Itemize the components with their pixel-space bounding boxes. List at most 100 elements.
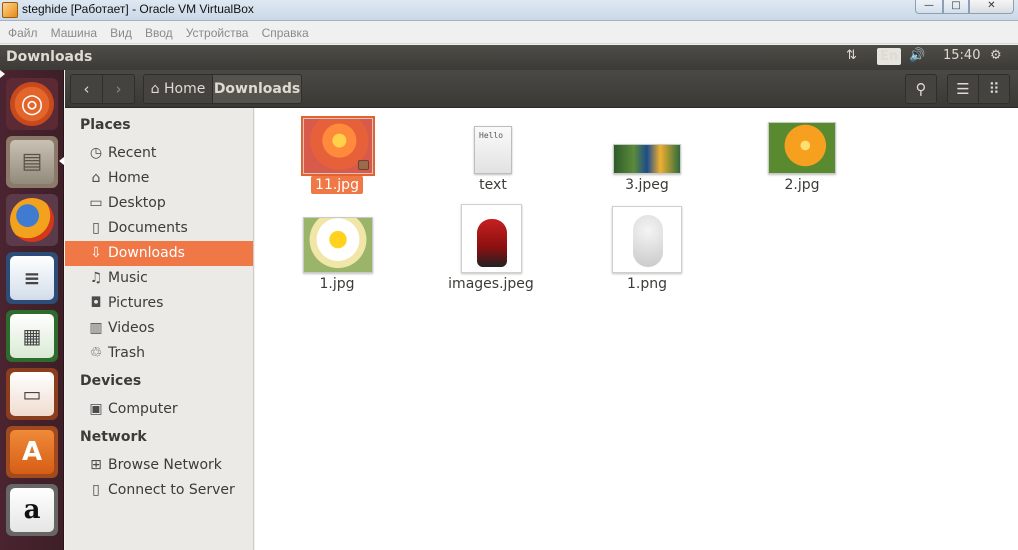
writer-glyph: ≡ [23,266,41,290]
sidebar-item-computer[interactable]: ▣ Computer [65,397,253,422]
sidebar-item-label: Recent [108,145,157,161]
ubuntu-top-panel: Downloads ⇅ En 🔊 15:40 ⚙ [0,45,1018,70]
film-icon: ▥ [89,320,103,336]
amazon-glyph: a [23,495,41,525]
menu-input[interactable]: Ввод [145,22,173,40]
menu-file[interactable]: Файл [8,22,38,40]
file-view: 11.jpg Hello text 3.jpeg 2.jpg 1.jpg ima… [255,108,1018,550]
launcher-impress-icon[interactable]: ▭ [6,368,58,420]
sidebar-item-label: Pictures [108,295,164,311]
grid-view-icon[interactable]: ⠿ [978,74,1010,104]
sidebar-item-label: Computer [108,401,178,417]
file-name: images.jpeg [448,276,534,292]
download-icon: ⇩ [90,245,102,261]
software-glyph: A [21,437,43,467]
unity-launcher: ◎ ▤ ≡ ▦ ▭ A a [0,70,64,550]
menu-devices[interactable]: Устройства [186,22,249,40]
launcher-writer-icon[interactable]: ≡ [6,252,58,304]
network-icon: ⊞ [90,457,102,473]
image-thumbnail [768,122,836,174]
sidebar-item-music[interactable]: ♫ Music [65,266,253,291]
sidebar-item-label: Music [108,270,148,286]
menu-view[interactable]: Вид [110,22,132,40]
image-thumbnail [613,144,681,174]
image-thumbnail [461,204,522,273]
sidebar-item-downloads[interactable]: ⇩ Downloads [65,241,253,266]
deadpool-figure [477,219,507,267]
back-button[interactable]: ‹ [70,74,103,104]
virtualbox-menu-bar: Файл Машина Вид Ввод Устройства Справка [0,22,1018,44]
image-thumbnail [303,217,373,273]
sidebar-item-browse-network[interactable]: ⊞ Browse Network [65,453,253,478]
home-icon: ⌂ [150,81,160,97]
host-title-bar: steghide [Работает] - Oracle VM VirtualB… [0,0,1018,21]
launcher-ubuntu-dash-icon[interactable]: ◎ [6,78,58,130]
sidebar-item-connect-to-server[interactable]: ▯ Connect to Server [65,478,253,503]
menu-help[interactable]: Справка [262,22,309,40]
sidebar-item-recent[interactable]: ◷ Recent [65,141,253,166]
trash-icon: ♲ [89,345,103,361]
keyboard-layout-indicator[interactable]: En [877,48,902,65]
launcher-files-icon[interactable]: ▤ [6,136,58,188]
active-app-title: Downloads [6,49,93,65]
active-indicator-right [59,157,64,165]
breadcrumb-home-label: Home [164,81,206,97]
sidebar-item-documents[interactable]: ▯ Documents [65,216,253,241]
files-glyph: ▤ [21,149,43,174]
sidebar-item-videos[interactable]: ▥ Videos [65,316,253,341]
file-name: 11.jpg [272,176,402,194]
file-name: 3.jpeg [625,177,669,193]
launcher-amazon-icon[interactable]: a [6,484,58,536]
breadcrumb-home[interactable]: ⌂ Home [143,74,213,104]
document-icon: ▯ [92,220,100,236]
server-icon: ▯ [92,482,100,498]
ubuntu-glyph: ◎ [20,89,44,119]
clock-icon: ◷ [89,145,103,161]
list-view-icon[interactable]: ☰ [947,74,979,104]
home-icon: ⌂ [91,170,101,186]
screen: steghide [Работает] - Oracle VM VirtualB… [0,0,1018,550]
launcher-firefox-icon[interactable] [6,194,58,246]
sidebar-item-pictures[interactable]: ◘ Pictures [65,291,253,316]
maximize-button[interactable]: □ [943,0,969,14]
sidebar-item-label: Trash [108,345,145,361]
text-file-icon: Hello [474,126,512,174]
text-preview: Hello [479,131,504,140]
section-devices: Devices [80,373,142,389]
sidebar-item-label: Home [108,170,150,186]
search-icon[interactable]: ⚲ [905,74,937,104]
virtualbox-icon [2,2,18,18]
image-thumbnail [301,116,375,176]
file-name: text [479,177,507,193]
music-icon: ♫ [89,270,103,286]
sidebar-item-trash[interactable]: ♲ Trash [65,341,253,366]
sidebar-item-label: Videos [108,320,155,336]
settings-gear-icon[interactable]: ⚙ [990,48,1002,63]
calc-glyph: ▦ [22,324,42,348]
firefox-logo-icon [10,198,54,242]
image-thumbnail [612,206,682,273]
sidebar-item-label: Desktop [108,195,166,211]
sidebar-item-label: Documents [108,220,188,236]
breadcrumb-downloads[interactable]: Downloads [212,74,302,104]
camera-icon: ◘ [90,295,102,311]
lock-icon [358,160,369,170]
network-icon[interactable]: ⇅ [846,48,857,63]
menu-machine[interactable]: Машина [51,22,97,40]
mouse-figure [633,215,663,267]
file-name: 1.png [626,276,667,292]
sidebar-item-home[interactable]: ⌂ Home [65,166,253,191]
volume-icon[interactable]: 🔊 [909,48,925,63]
clock[interactable]: 15:40 [943,48,980,63]
section-network: Network [80,429,147,445]
launcher-software-center-icon[interactable]: A [6,426,58,478]
running-indicator-left [0,70,5,78]
launcher-calc-icon[interactable]: ▦ [6,310,58,362]
sidebar-item-desktop[interactable]: ▭ Desktop [65,191,253,216]
close-button[interactable]: ✕ [969,0,1014,14]
forward-button[interactable]: › [102,74,135,104]
nautilus-header-bar: ‹ › ⌂ Home Downloads ⚲ ☰ ⠿ [65,70,1018,108]
host-window-title: steghide [Работает] - Oracle VM VirtualB… [22,2,254,16]
impress-glyph: ▭ [22,382,42,406]
minimize-button[interactable]: — [915,0,943,14]
